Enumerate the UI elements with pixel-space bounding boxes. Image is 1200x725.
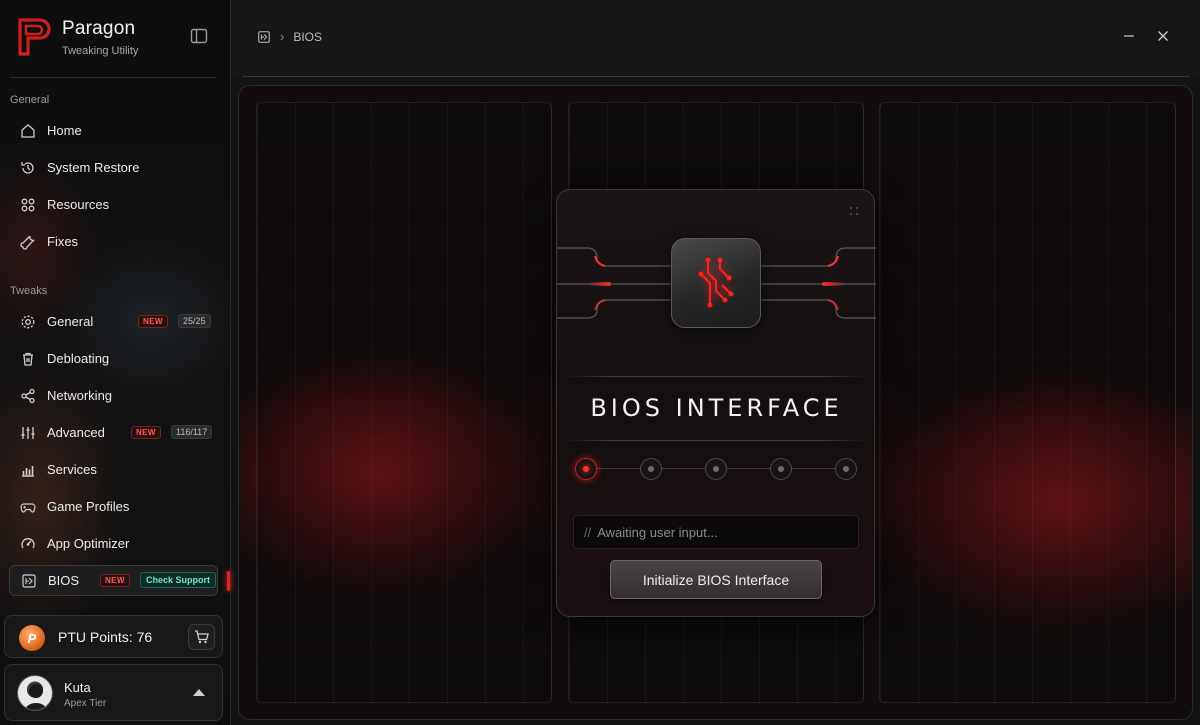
sidebar-item-advanced[interactable]: Advanced NEW 116/117	[9, 417, 218, 448]
sidebar-item-resources[interactable]: Resources	[9, 189, 218, 220]
sliders-icon	[19, 424, 37, 442]
sidebar-toggle-icon[interactable]	[190, 28, 208, 44]
bios-title: BIOS INTERFACE	[590, 394, 843, 422]
gear-icon	[19, 313, 37, 331]
home-icon	[19, 122, 37, 140]
step-5	[835, 458, 857, 480]
coin-icon: P	[19, 625, 45, 651]
sidebar-item-label: Debloating	[47, 351, 110, 366]
new-badge: NEW	[100, 574, 130, 587]
sidebar-item-label: Resources	[47, 197, 110, 212]
sidebar-divider	[10, 77, 217, 78]
resources-icon	[19, 196, 37, 214]
section-label-tweaks: Tweaks	[10, 285, 48, 297]
sidebar-item-label: Advanced	[47, 425, 105, 440]
app-name: Paragon	[62, 18, 136, 39]
bios-icon	[20, 572, 38, 590]
background-panel-left	[256, 102, 552, 703]
step-1	[575, 458, 597, 480]
share-icon	[19, 387, 37, 405]
wrench-icon	[19, 233, 37, 251]
bios-icon	[258, 30, 270, 43]
sidebar: Paragon Tweaking Utility General Home Sy…	[0, 0, 231, 725]
sidebar-item-label: Game Profiles	[47, 499, 130, 514]
sidebar-item-game-profiles[interactable]: Game Profiles	[9, 491, 218, 522]
count-badge: 116/117	[171, 425, 213, 439]
check-support-badge[interactable]: Check Support	[140, 572, 217, 588]
sidebar-item-networking[interactable]: Networking	[9, 380, 218, 411]
paragon-logo	[18, 18, 51, 56]
console-prefix: //	[584, 525, 592, 540]
breadcrumb: › BIOS	[257, 29, 322, 44]
cart-icon	[194, 630, 209, 644]
console-text: Awaiting user input...	[597, 525, 718, 540]
circuit-graphic	[557, 238, 876, 328]
bios-card: BIOS INTERFACE //Awaiting user input... …	[556, 189, 876, 617]
trash-icon	[19, 350, 37, 368]
bar-chart-icon	[19, 461, 37, 479]
circuit-chip-icon	[698, 257, 734, 308]
sidebar-item-label: General	[47, 314, 94, 329]
points-label: PTU Points: 76	[58, 629, 153, 645]
minimize-icon	[1124, 35, 1134, 37]
initialize-bios-button[interactable]: Initialize BIOS Interface	[610, 560, 822, 599]
app-subtitle: Tweaking Utility	[62, 45, 139, 57]
cart-button[interactable]	[188, 624, 215, 650]
user-card[interactable]: Kuta Apex Tier	[4, 664, 223, 721]
breadcrumb-current[interactable]: BIOS	[293, 30, 322, 44]
sidebar-item-label: App Optimizer	[47, 536, 130, 551]
top-bar: › BIOS	[231, 0, 1200, 76]
new-badge: NEW	[131, 426, 161, 439]
step-2	[640, 458, 662, 480]
sidebar-item-system-restore[interactable]: System Restore	[9, 152, 218, 183]
minimize-button[interactable]	[1119, 26, 1139, 46]
sidebar-item-bios[interactable]: BIOS NEW Check Support	[9, 565, 218, 596]
sidebar-item-debloating[interactable]: Debloating	[9, 343, 218, 374]
step-3	[705, 458, 727, 480]
sidebar-item-label: BIOS	[48, 573, 80, 588]
sidebar-item-label: Services	[47, 462, 97, 477]
sidebar-item-label: Home	[47, 123, 82, 138]
avatar	[17, 675, 53, 711]
close-button[interactable]	[1153, 26, 1173, 46]
active-indicator	[227, 571, 230, 591]
close-icon	[1158, 31, 1168, 41]
new-badge: NEW	[138, 315, 168, 328]
breadcrumb-separator-icon: ›	[280, 29, 285, 44]
count-badge: 25/25	[178, 314, 211, 328]
step-indicator	[575, 458, 857, 480]
sidebar-item-label: Fixes	[47, 234, 79, 249]
user-tier: Apex Tier	[64, 698, 107, 709]
sidebar-item-label: Networking	[47, 388, 113, 403]
console-output: // Awaiting user input...	[573, 515, 859, 549]
background-panel-right	[879, 102, 1176, 703]
chevron-up-icon[interactable]	[193, 689, 205, 696]
points-card: P PTU Points: 76	[4, 615, 223, 658]
gamepad-icon	[19, 498, 37, 516]
section-label-general: General	[10, 94, 50, 106]
sidebar-item-home[interactable]: Home	[9, 115, 218, 146]
title-divider-top	[565, 376, 868, 377]
optimizer-icon	[19, 535, 37, 553]
user-name: Kuta	[64, 680, 91, 695]
sidebar-item-label: System Restore	[47, 160, 140, 175]
drag-grip-icon[interactable]	[849, 206, 859, 216]
sidebar-item-general[interactable]: General NEW 25/25	[9, 306, 218, 337]
header-divider	[242, 76, 1190, 77]
sidebar-item-fixes[interactable]: Fixes	[9, 226, 218, 257]
brand: Paragon Tweaking Utility	[16, 14, 216, 64]
sidebar-item-app-optimizer[interactable]: App Optimizer	[9, 528, 218, 559]
chip-icon	[671, 238, 761, 328]
sidebar-item-services[interactable]: Services	[9, 454, 218, 485]
step-4	[770, 458, 792, 480]
title-divider-bottom	[565, 440, 868, 441]
restore-icon	[19, 159, 37, 177]
